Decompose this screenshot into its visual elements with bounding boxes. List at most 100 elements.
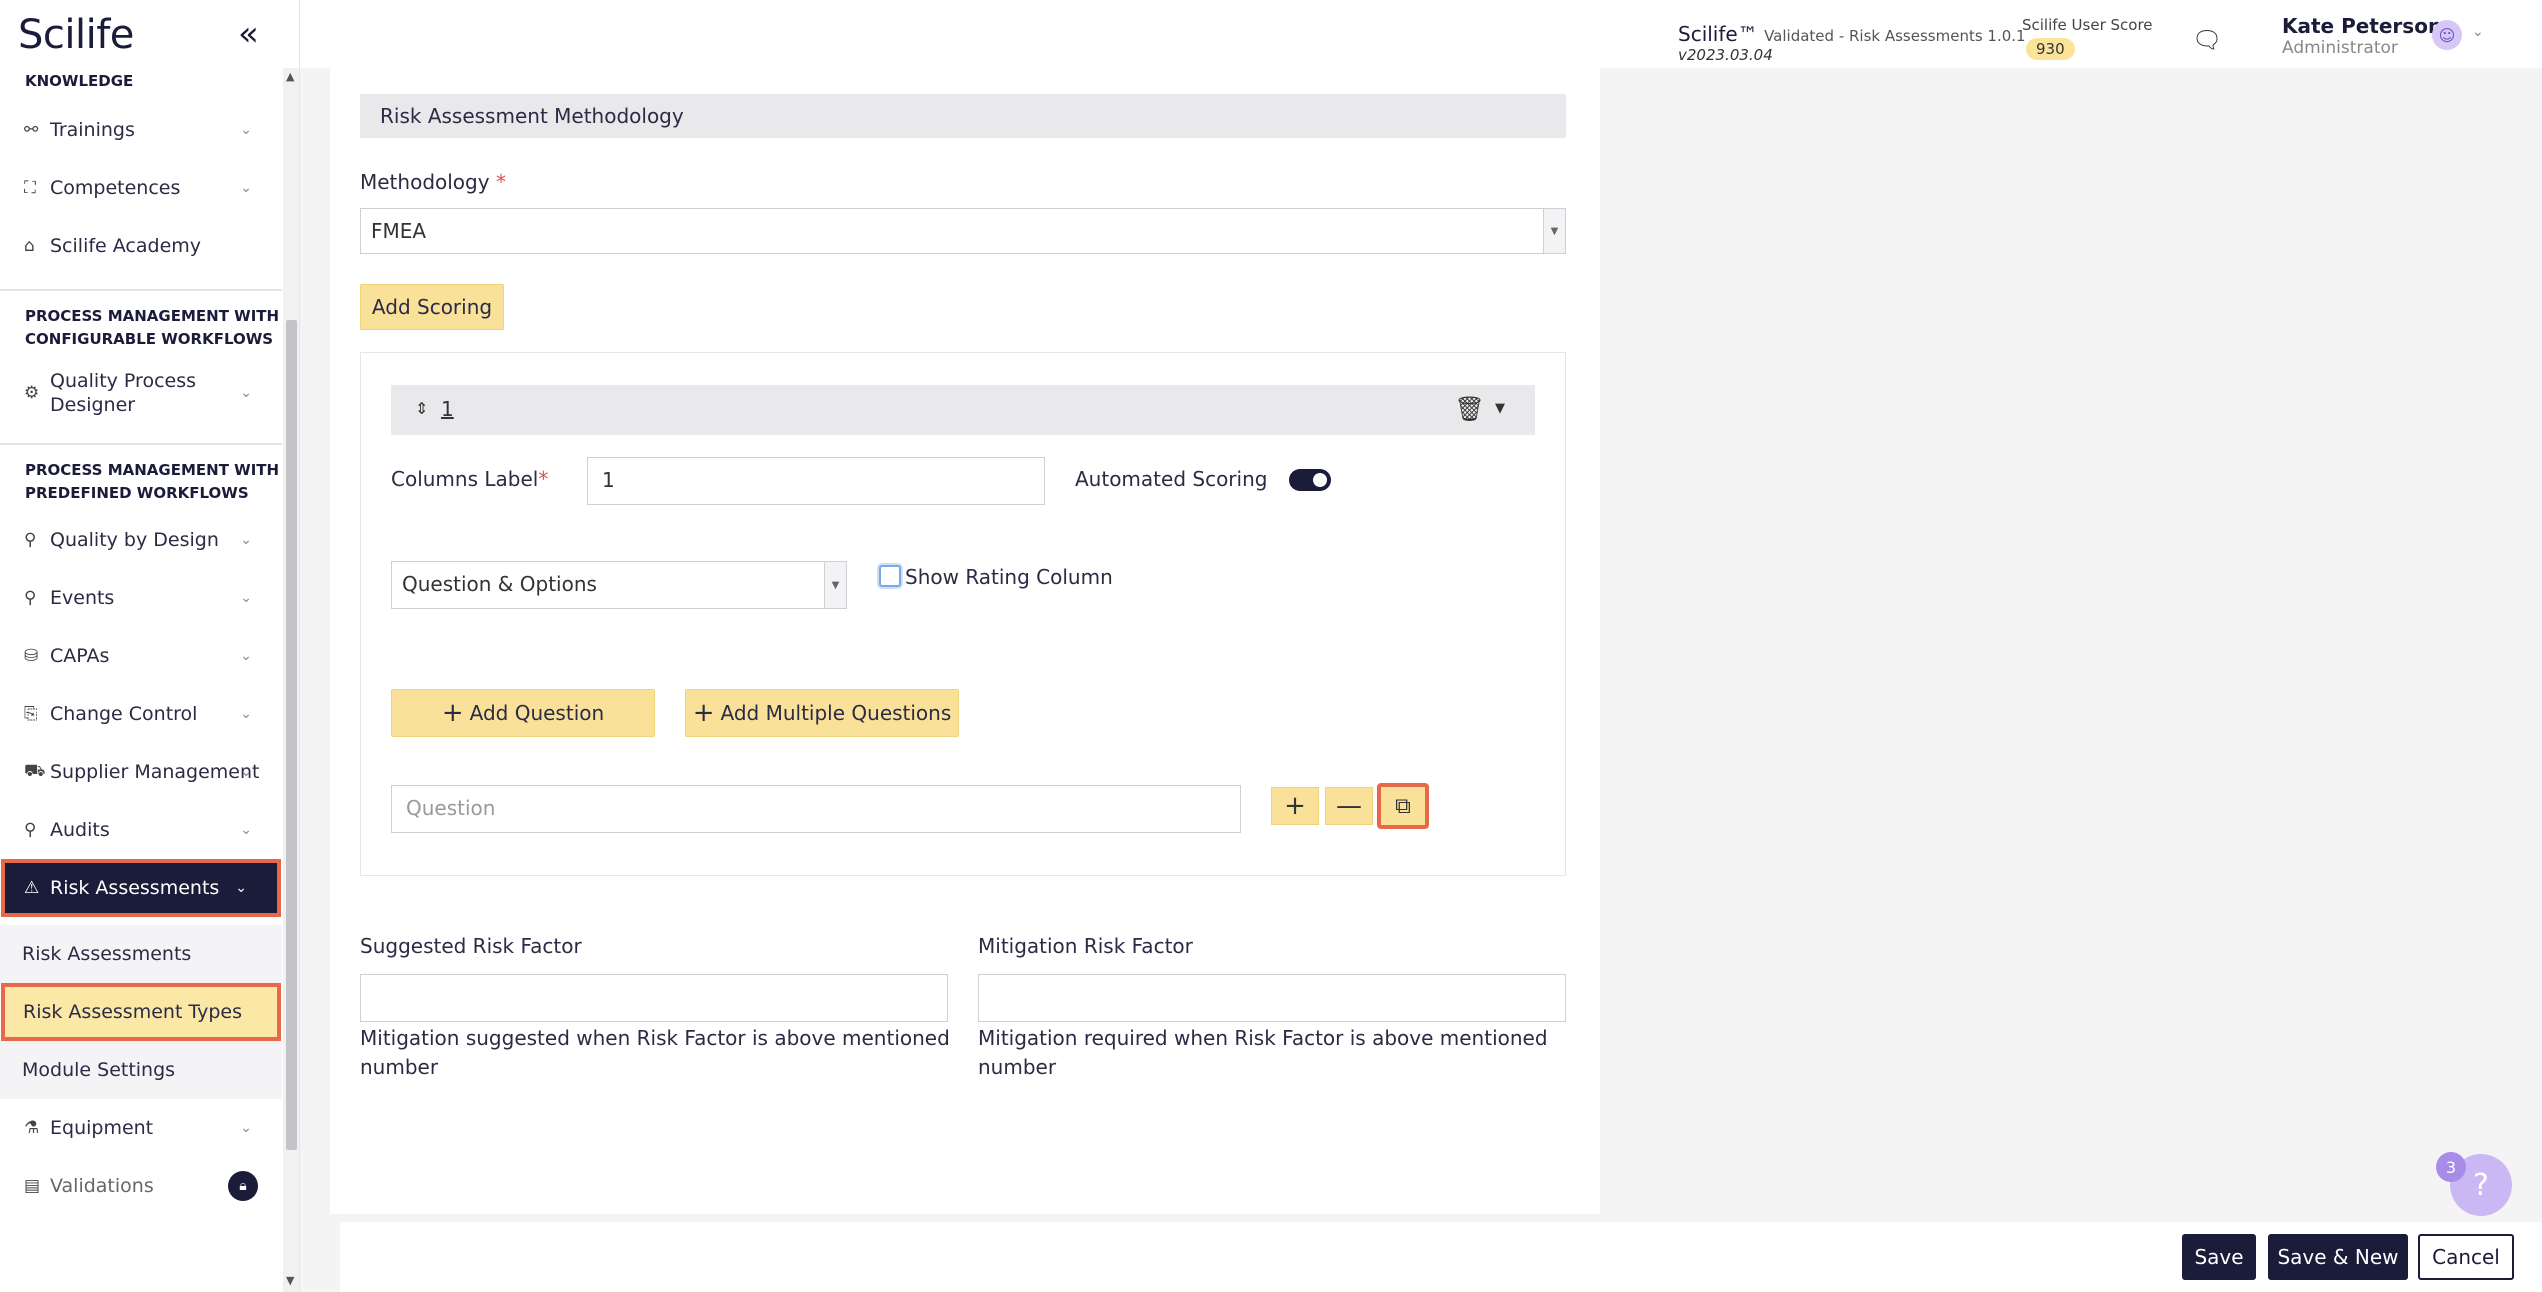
sidebar: Scilife « KNOWLEDGE ⚯ Trainings ⌄ ⛶ Comp… — [0, 0, 300, 1292]
section-configurable: PROCESS MANAGEMENT WITH CONFIGURABLE WOR… — [0, 305, 282, 351]
cancel-button[interactable]: Cancel — [2418, 1234, 2514, 1280]
help-line: Mitigation suggested when Risk Factor is… — [360, 1026, 950, 1050]
version-label: v2023.03.04 — [1678, 46, 1773, 64]
caret-down-icon[interactable]: ▼ — [1495, 401, 1505, 416]
user-score-label: Scilife User Score — [2022, 16, 2153, 34]
automated-scoring-toggle[interactable] — [1289, 469, 1331, 491]
audits-icon: ⚲ — [24, 820, 37, 840]
save-button[interactable]: Save — [2182, 1234, 2256, 1280]
sidebar-item-academy[interactable]: ⌂ Scilife Academy — [0, 217, 282, 275]
scroll-down-icon[interactable]: ▼ — [286, 1274, 294, 1287]
question-type-select[interactable]: Question & Options ▼ — [391, 561, 847, 609]
chevron-down-icon: ⌄ — [240, 180, 252, 196]
scroll-thumb[interactable] — [286, 320, 297, 1150]
chevron-down-icon: ⌄ — [240, 764, 252, 780]
sidebar-item-label: Quality Process Designer — [50, 369, 196, 417]
sort-icon[interactable]: ⇕ — [415, 399, 428, 418]
sidebar-item-change-control[interactable]: ⎘ Change Control ⌄ — [0, 685, 282, 743]
suggested-risk-factor-label: Suggested Risk Factor — [360, 934, 582, 958]
trash-icon[interactable]: 🗑︎ — [1455, 395, 1485, 423]
change-control-icon: ⎘ — [24, 704, 38, 724]
sidebar-item-label: Equipment — [50, 1117, 154, 1139]
sidebar-item-label: Events — [50, 587, 115, 609]
help-count-badge: 3 — [2436, 1152, 2466, 1182]
mitigation-risk-factor-label: Mitigation Risk Factor — [978, 934, 1193, 958]
graduation-cap-icon: ⌂ — [24, 236, 35, 256]
required-mark: * — [495, 170, 506, 194]
button-label: Add Multiple Questions — [720, 701, 952, 725]
chevron-down-icon: ⌄ — [240, 706, 252, 722]
sidebar-item-label: Supplier Management — [50, 761, 260, 783]
pin-icon: ⚲ — [24, 588, 37, 608]
sidebar-item-events[interactable]: ⚲ Events ⌄ — [0, 569, 282, 627]
dropdown-arrow-icon: ▼ — [1543, 209, 1565, 253]
sidebar-nav: KNOWLEDGE ⚯ Trainings ⌄ ⛶ Competences ⌄ … — [0, 68, 282, 1215]
sidebar-item-supplier-management[interactable]: ⛟ Supplier Management ⌄ — [0, 743, 282, 801]
section-predefined: PROCESS MANAGEMENT WITH PREDEFINED WORKF… — [0, 459, 282, 505]
sidebar-subitem-module-settings[interactable]: Module Settings — [0, 1041, 282, 1099]
collapse-sidebar-icon[interactable]: « — [238, 14, 259, 54]
label-line: Designer — [50, 394, 136, 416]
show-rating-checkbox[interactable] — [879, 565, 901, 587]
product-name: Scilife™ Validated - Risk Assessments 1.… — [1678, 22, 2026, 46]
add-question-button[interactable]: + Add Question — [391, 689, 655, 737]
mitigation-risk-factor-input[interactable] — [978, 974, 1566, 1022]
remove-row-button[interactable]: — — [1325, 787, 1373, 825]
warning-icon: ⚠ — [24, 878, 40, 898]
scroll-up-icon[interactable]: ▲ — [286, 70, 294, 83]
lock-icon: 🔒︎ — [228, 1171, 258, 1201]
chevron-down-icon[interactable]: ⌄ — [2472, 24, 2484, 40]
trainings-icon: ⚯ — [24, 120, 39, 140]
product-label: Scilife™ — [1678, 22, 1758, 46]
suggested-risk-factor-input[interactable] — [360, 974, 948, 1022]
section-knowledge: KNOWLEDGE — [25, 72, 134, 90]
sidebar-scrollbar[interactable]: ▲ ▼ — [283, 68, 299, 1292]
plus-icon: + — [1284, 791, 1306, 821]
chevron-down-icon: ⌄ — [240, 532, 252, 548]
add-multiple-questions-button[interactable]: + Add Multiple Questions — [685, 689, 959, 737]
sidebar-item-label: CAPAs — [50, 645, 110, 667]
sidebar-item-equipment[interactable]: ⚗ Equipment ⌄ — [0, 1099, 282, 1157]
save-and-new-button[interactable]: Save & New — [2268, 1234, 2408, 1280]
sidebar-item-competences[interactable]: ⛶ Competences ⌄ — [0, 159, 282, 217]
mitigation-help-text: Mitigation required when Risk Factor is … — [978, 1024, 1548, 1082]
competences-icon: ⛶ — [24, 178, 36, 198]
avatar[interactable]: ☺ — [2432, 20, 2462, 50]
chevron-down-icon: ⌄ — [240, 385, 252, 401]
label-text: Methodology — [360, 170, 490, 194]
sidebar-item-label: Quality by Design — [50, 529, 219, 551]
add-row-button[interactable]: + — [1271, 787, 1319, 825]
user-name[interactable]: Kate Peterson — [2282, 14, 2442, 38]
user-score-badge: 930 — [2026, 38, 2075, 60]
sidebar-item-quality-process-designer[interactable]: ⚙ Quality Process Designer ⌄ — [0, 357, 282, 429]
sidebar-item-quality-by-design[interactable]: ⚲ Quality by Design ⌄ — [0, 511, 282, 569]
add-scoring-button[interactable]: Add Scoring — [360, 284, 504, 330]
sidebar-subitem-risk-assessment-types[interactable]: Risk Assessment Types — [1, 983, 281, 1041]
section-title: Risk Assessment Methodology — [360, 94, 1566, 138]
select-value: Question & Options — [402, 572, 597, 596]
user-role: Administrator — [2282, 38, 2398, 58]
automated-scoring-label: Automated Scoring — [1075, 467, 1268, 491]
methodology-select[interactable]: FMEA ▼ — [360, 208, 1566, 254]
sidebar-item-label: Change Control — [50, 703, 198, 725]
sidebar-item-label: Validations — [50, 1175, 154, 1197]
sidebar-item-label: Scilife Academy — [50, 235, 202, 257]
sidebar-item-capas[interactable]: ⛁ CAPAs ⌄ — [0, 627, 282, 685]
sidebar-item-audits[interactable]: ⚲ Audits ⌄ — [0, 801, 282, 859]
chat-icon[interactable]: 🗨︎ — [2192, 26, 2222, 54]
minus-icon: — — [1336, 791, 1362, 821]
capas-icon: ⛁ — [24, 646, 39, 666]
sidebar-item-validations[interactable]: ▤ Validations 🔒︎ — [0, 1157, 282, 1215]
columns-label-input[interactable]: 1 — [587, 457, 1045, 505]
question-input[interactable]: Question — [391, 785, 1241, 833]
sidebar-subitem-risk-assessments[interactable]: Risk Assessments — [0, 925, 282, 983]
sidebar-item-risk-assessments[interactable]: ⚠ Risk Assessments ⌄ — [1, 859, 281, 917]
suggested-help-text: Mitigation suggested when Risk Factor is… — [360, 1024, 950, 1082]
help-line: number — [360, 1055, 439, 1079]
copy-row-button[interactable]: ⧉ — [1377, 783, 1429, 829]
scoring-number[interactable]: 1 — [441, 397, 454, 421]
sidebar-item-trainings[interactable]: ⚯ Trainings ⌄ — [0, 101, 282, 159]
help-line: number — [978, 1055, 1057, 1079]
plus-icon: + — [692, 698, 715, 728]
section-line: PREDEFINED WORKFLOWS — [25, 484, 249, 502]
